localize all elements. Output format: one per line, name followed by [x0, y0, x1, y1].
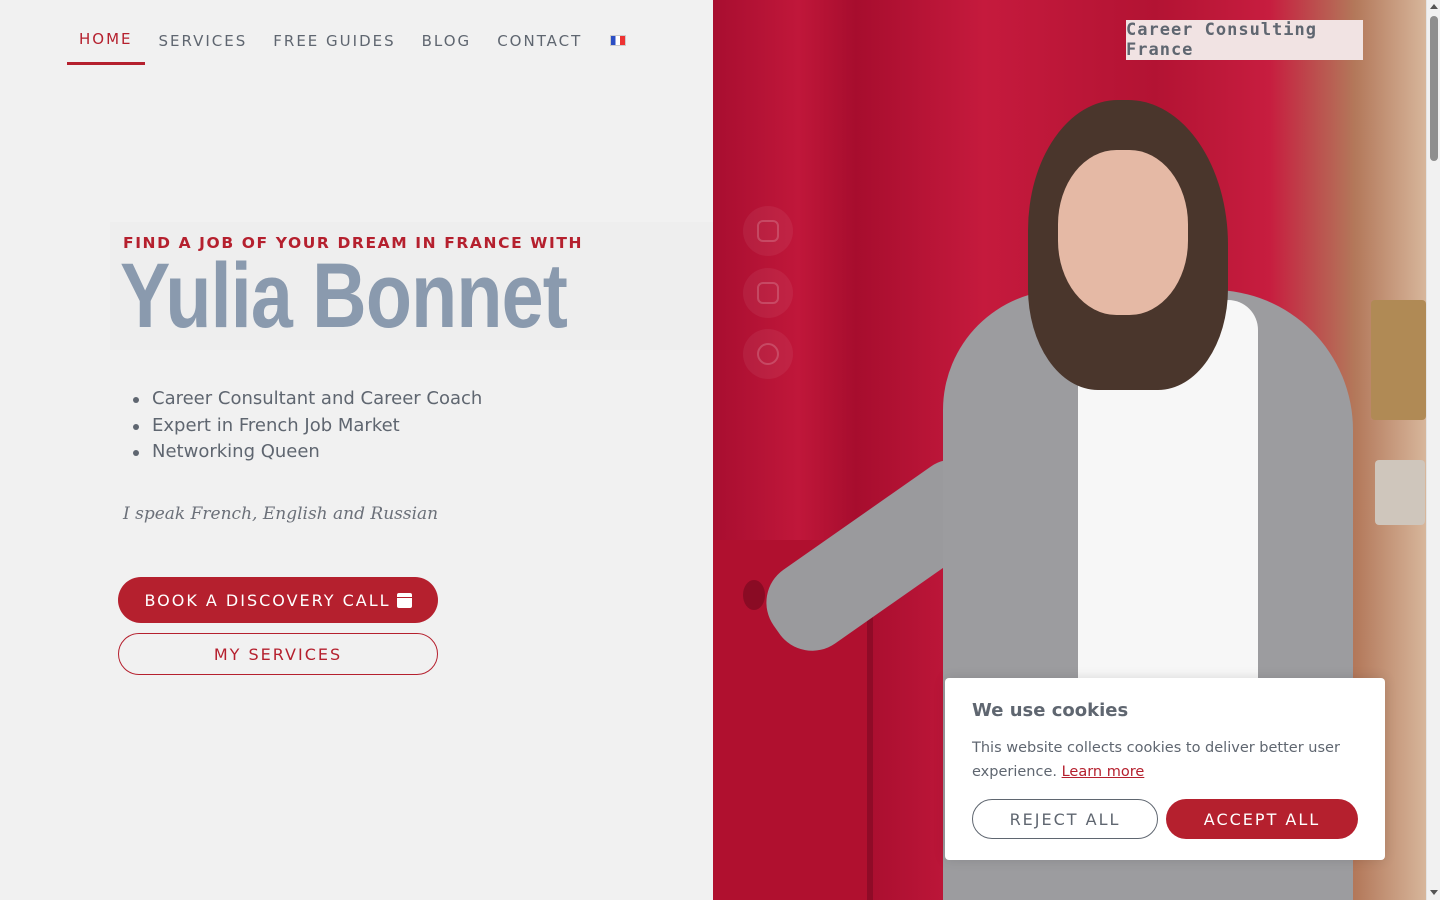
hero-bullet-list: Career Consultant and Career Coach Exper…	[132, 386, 482, 466]
nav-free-guides[interactable]: FREE GUIDES	[261, 20, 407, 64]
nav-services[interactable]: SERVICES	[147, 20, 260, 64]
accept-all-button[interactable]: ACCEPT ALL	[1166, 799, 1358, 839]
list-item: Career Consultant and Career Coach	[132, 386, 482, 413]
reject-all-button[interactable]: REJECT ALL	[972, 799, 1158, 839]
scroll-thumb[interactable]	[1430, 16, 1438, 161]
french-flag-icon[interactable]	[610, 35, 627, 46]
nav-blog[interactable]: BLOG	[410, 20, 484, 64]
door-knob	[743, 580, 765, 610]
scroll-down-arrow-icon[interactable]	[1430, 890, 1438, 895]
facebook-icon[interactable]	[743, 329, 793, 379]
book-discovery-call-button[interactable]: BOOK A DISCOVERY CALL	[118, 577, 438, 623]
book-discovery-call-label: BOOK A DISCOVERY CALL	[144, 590, 391, 610]
cookie-consent-dialog: We use cookies This website collects coo…	[945, 678, 1385, 860]
hero-left-panel: HOME SERVICES FREE GUIDES BLOG CONTACT F…	[0, 0, 713, 900]
brand-label[interactable]: Career Consulting France	[1126, 20, 1363, 60]
my-services-label: MY SERVICES	[213, 644, 343, 664]
linkedin-icon[interactable]	[743, 268, 793, 318]
scroll-up-arrow-icon[interactable]	[1430, 4, 1438, 9]
main-nav: HOME SERVICES FREE GUIDES BLOG CONTACT	[67, 18, 627, 65]
learn-more-link[interactable]: Learn more	[1062, 764, 1145, 780]
list-item: Networking Queen	[132, 439, 482, 466]
my-services-button[interactable]: MY SERVICES	[118, 633, 438, 675]
nav-home[interactable]: HOME	[67, 18, 145, 65]
page-scrollbar[interactable]	[1426, 0, 1440, 900]
list-item: Expert in French Job Market	[132, 413, 482, 440]
cookie-text: This website collects cookies to deliver…	[972, 740, 1340, 780]
calendar-icon	[396, 592, 412, 608]
cookie-title: We use cookies	[972, 700, 1129, 721]
languages-text: I speak French, English and Russian	[123, 504, 439, 524]
nav-contact[interactable]: CONTACT	[485, 20, 594, 64]
hero-name: Yulia Bonnet	[120, 245, 568, 347]
instagram-icon[interactable]	[743, 206, 793, 256]
